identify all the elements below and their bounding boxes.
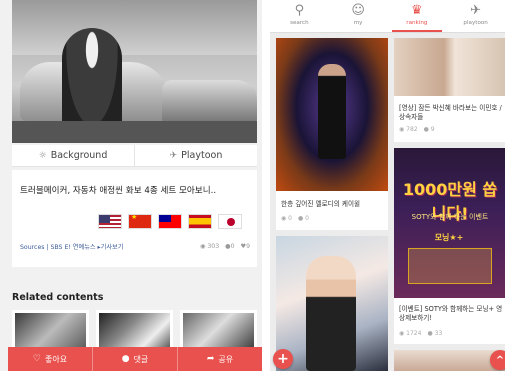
feed-card-event[interactable]: 1000만원 쏩니다! SOTY와 함께 하는 이벤트 모닝★+ [이벤트] S… [394, 148, 505, 344]
views-count: 0 [288, 215, 292, 222]
comments-count: 0 [230, 243, 235, 250]
action-bar: ♡ 좋아요 ● 댓글 ➦ 공유 [8, 347, 262, 371]
comment-icon: ● [423, 126, 429, 133]
comments-stat: ●0 [225, 243, 234, 250]
feed-card[interactable] [276, 236, 388, 371]
share-icon: ➦ [206, 354, 215, 364]
nav-search[interactable]: ⚲ search [274, 3, 324, 26]
content-tabs: ☼ Background ✈ Playtoon [12, 145, 257, 167]
feed-card[interactable]: [영상] 잠든 박신혜 바라보는 이민호 / 상속자들 ◉ 782 ● 9 [394, 38, 505, 142]
comment-label: 댓글 [133, 354, 149, 364]
views-stat: ◉ 0 [281, 215, 292, 222]
japan-flag-icon[interactable] [218, 214, 242, 229]
views-stat: ◉ 782 [399, 126, 418, 133]
detail-screen: ☼ Background ✈ Playtoon 트러블메이커, 자동차 애정씬 … [0, 0, 262, 371]
nav-playtoon[interactable]: ✈ playtoon [451, 3, 501, 26]
sun-icon: ☼ [38, 150, 47, 161]
feed-screen: ⚲ search ☺ my ♛ ranking ✈ playtoon 한층 깊어… [270, 0, 505, 371]
event-banner-image: 1000만원 쏩니다! SOTY와 함께 하는 이벤트 모닝★+ [394, 148, 505, 298]
feed-card[interactable]: 한층 깊어진 멜로디의 케이윌 ◉ 0 ● 0 [276, 38, 388, 230]
related-contents-heading: Related contents [12, 292, 104, 303]
event-banner-subtext: SOTY와 함께 하는 이벤트 [411, 213, 489, 221]
comment-button[interactable]: ● 댓글 [92, 347, 177, 371]
feed-card-image [276, 236, 388, 371]
comments-count: 33 [434, 330, 443, 337]
language-flags [98, 214, 242, 229]
tab-background-label: Background [50, 150, 108, 161]
taiwan-flag-icon[interactable] [158, 214, 182, 229]
spain-flag-icon[interactable] [188, 214, 212, 229]
comments-count: 0 [305, 215, 309, 222]
nav-my[interactable]: ☺ my [333, 3, 383, 26]
likes-count: 9 [246, 243, 250, 250]
views-stat: ◉ 303 [200, 243, 219, 250]
comments-stat: ● 9 [424, 126, 435, 133]
views-stat: ◉ 1724 [399, 330, 421, 337]
nav-my-label: my [353, 20, 363, 26]
article-meta: Sources | SBS E! 연예뉴스 ▸기사보기 ◉ 303 ●0 ♥9 [20, 242, 250, 251]
feed-card[interactable] [394, 350, 505, 371]
article-title: 트러블메이커, 자동차 애정씬 화보 4종 세트 모아보니.. [20, 186, 217, 196]
article-card: 트러블메이커, 자동차 애정씬 화보 4종 세트 모아보니.. Sources … [12, 170, 257, 267]
singer-figure [318, 64, 346, 159]
feed-card-stats: ◉ 1724 ● 33 [399, 330, 442, 337]
views-count: 1724 [406, 330, 422, 337]
tab-playtoon-label: Playtoon [181, 150, 223, 161]
feed-card-image [394, 350, 505, 371]
source-link[interactable]: Sources | SBS E! 연예뉴스 ▸기사보기 [20, 242, 123, 251]
like-button[interactable]: ♡ 좋아요 [8, 347, 92, 371]
china-flag-icon[interactable] [128, 214, 152, 229]
feed-card-image [394, 38, 505, 96]
event-banner-panel [408, 248, 492, 284]
event-banner-logo: 모닝★+ [434, 233, 464, 242]
share-label: 공유 [218, 354, 234, 364]
tab-playtoon[interactable]: ✈ Playtoon [134, 145, 257, 166]
feed-card-image [276, 38, 388, 191]
share-button[interactable]: ➦ 공유 [177, 347, 262, 371]
add-button[interactable]: + [273, 349, 293, 369]
comments-count: 9 [430, 126, 435, 133]
eye-icon: ◉ [399, 330, 405, 337]
eye-icon: ◉ [281, 215, 287, 222]
eye-icon: ◉ [399, 126, 405, 133]
views-count: 303 [207, 243, 220, 250]
hero-sky [12, 0, 257, 55]
tab-background[interactable]: ☼ Background [12, 145, 134, 166]
nav-ranking-label: ranking [406, 20, 428, 26]
feed-card-stats: ◉ 0 ● 0 [281, 215, 309, 222]
likes-stat: ♥9 [241, 243, 251, 250]
nav-playtoon-label: playtoon [463, 20, 488, 26]
couple-figure [306, 256, 356, 371]
search-icon: ⚲ [294, 3, 305, 18]
eye-icon: ◉ [199, 243, 206, 250]
feed-card-caption: [영상] 잠든 박신혜 바라보는 이민호 / 상속자들 [399, 104, 502, 121]
dancer-icon: ✈ [169, 150, 178, 161]
comment-icon: ● [121, 354, 130, 364]
comment-icon: ● [298, 215, 304, 222]
comments-stat: ● 33 [427, 330, 442, 337]
comment-icon: ● [427, 330, 433, 337]
hero-ground [12, 121, 257, 143]
user-icon: ☺ [351, 3, 365, 18]
us-flag-icon[interactable] [98, 214, 122, 229]
crown-icon: ♛ [411, 3, 423, 18]
heart-icon: ♡ [32, 354, 41, 364]
nav-search-label: search [290, 20, 309, 26]
comments-stat: ● 0 [298, 215, 309, 222]
scroll-top-button[interactable]: ^ [490, 350, 505, 370]
hero-car-rear [162, 80, 257, 125]
feed-card-stats: ◉ 782 ● 9 [399, 126, 435, 133]
top-navigation: ⚲ search ☺ my ♛ ranking ✈ playtoon [270, 0, 505, 33]
feed-card-caption: [이벤트] SOTY와 함께하는 모닝+ 영상제보하기! [399, 305, 503, 322]
article-stats: ◉ 303 ●0 ♥9 [200, 243, 250, 250]
dancer-icon: ✈ [470, 3, 482, 18]
views-count: 782 [406, 126, 418, 133]
nav-ranking[interactable]: ♛ ranking [391, 3, 442, 32]
feed-card-caption: 한층 깊어진 멜로디의 케이윌 [281, 200, 361, 208]
hero-image[interactable] [12, 0, 257, 143]
like-label: 좋아요 [44, 354, 68, 364]
